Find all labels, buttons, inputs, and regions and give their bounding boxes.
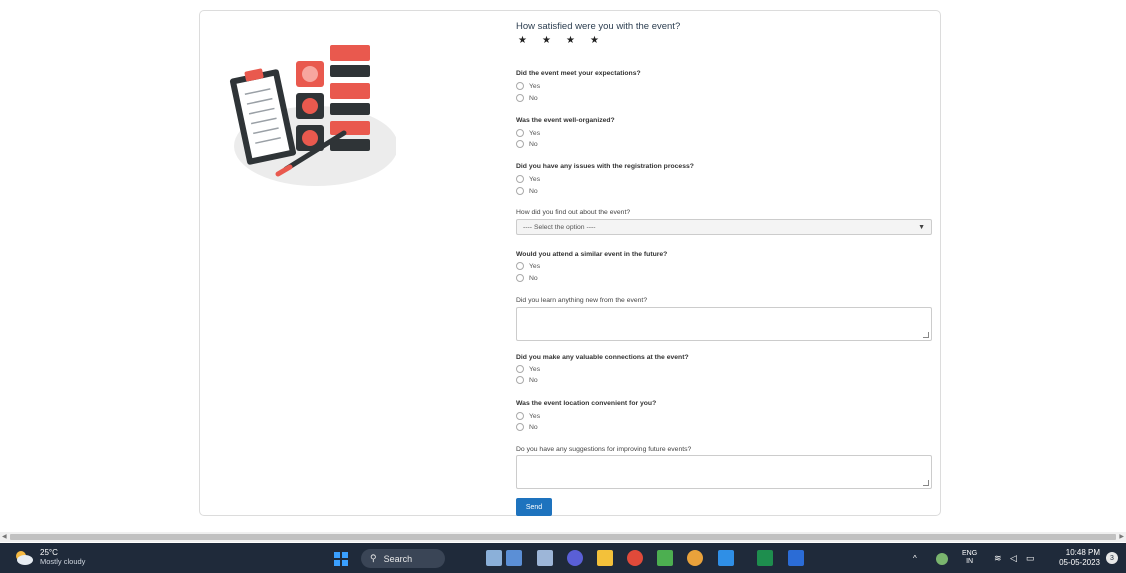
find-out-label: How did you find out about the event? [516, 209, 631, 216]
radio-button[interactable] [516, 262, 524, 270]
suggestions-label: Do you have any suggestions for improvin… [516, 446, 692, 453]
radio-button[interactable] [516, 412, 524, 420]
word-icon[interactable] [788, 550, 804, 566]
radio-button[interactable] [516, 129, 524, 137]
organized-yes-option[interactable]: Yes [516, 128, 540, 138]
option-label: Yes [529, 412, 541, 420]
star-icon[interactable]: ★ [542, 35, 566, 46]
task-view-icon[interactable] [537, 550, 553, 566]
organized-no-option[interactable]: No [516, 139, 538, 149]
star-rating: ★ ★ ★ ★ [518, 35, 614, 46]
option-label: No [529, 140, 538, 148]
search-icon: ⚲ [370, 553, 377, 563]
radio-button[interactable] [516, 423, 524, 431]
radio-button[interactable] [516, 274, 524, 282]
registration-yes-option[interactable]: Yes [516, 174, 540, 184]
teams-chat-icon[interactable] [567, 550, 583, 566]
connections-yes-option[interactable]: Yes [516, 364, 540, 374]
option-label: No [529, 376, 538, 384]
connections-no-option[interactable]: No [516, 375, 538, 385]
select-value: ---- Select the option ---- [523, 223, 596, 231]
clock-time: 10:48 PM [1065, 548, 1100, 557]
location-question: Was the event location convenient for yo… [516, 400, 657, 407]
expectations-question: Did the event meet your expectations? [516, 70, 641, 77]
option-label: Yes [529, 365, 541, 373]
location-no-option[interactable]: No [516, 422, 538, 432]
option-label: Yes [529, 129, 541, 137]
chrome-profile-icon[interactable] [687, 550, 703, 566]
battery-icon[interactable]: ▭ [1026, 543, 1035, 573]
rating-question: How satisfied were you with the event? [516, 21, 681, 32]
star-icon[interactable]: ★ [518, 35, 542, 46]
star-icon[interactable]: ★ [590, 35, 614, 46]
radio-button[interactable] [516, 140, 524, 148]
survey-illustration [229, 45, 396, 186]
search-label: Search [383, 553, 413, 564]
wifi-icon[interactable]: ≋ [994, 543, 1002, 573]
registration-no-option[interactable]: No [516, 186, 538, 196]
volume-icon[interactable]: ◁ [1010, 543, 1017, 573]
option-label: No [529, 187, 538, 195]
notification-badge[interactable]: 3 [1106, 552, 1118, 564]
cloud-sun-icon [16, 551, 33, 565]
resize-handle-icon[interactable] [923, 480, 929, 486]
clock-date: 05-05-2023 [1059, 558, 1100, 567]
radio-button[interactable] [516, 82, 524, 90]
option-label: Yes [529, 262, 541, 270]
scroll-left-icon[interactable]: ◀ [2, 533, 7, 540]
language-indicator[interactable]: ENG IN [962, 543, 977, 573]
scroll-right-icon[interactable]: ▶ [1119, 533, 1124, 540]
learn-textarea[interactable] [516, 307, 932, 341]
tray-overflow-chevron-icon[interactable]: ^ [913, 543, 917, 573]
weather-widget[interactable]: 25°C Mostly cloudy [12, 548, 85, 566]
registration-question: Did you have any issues with the registr… [516, 163, 694, 170]
excel-icon[interactable] [757, 550, 773, 566]
folder-icon[interactable] [597, 550, 613, 566]
attend-again-question: Would you attend a similar event in the … [516, 251, 668, 258]
taskbar-clock[interactable]: 10:48 PM 05-05-2023 [1059, 548, 1100, 568]
location-yes-option[interactable]: Yes [516, 411, 540, 421]
store-icon[interactable] [657, 550, 673, 566]
widgets-icon[interactable] [506, 550, 522, 566]
language-code: ENG [962, 550, 978, 557]
connections-question: Did you make any valuable connections at… [516, 354, 689, 361]
suggestions-textarea[interactable] [516, 455, 932, 489]
weather-temp: 25°C [40, 548, 58, 557]
attend-again-no-option[interactable]: No [516, 273, 538, 283]
browser-page: How satisfied were you with the event? ★… [0, 0, 1126, 532]
meet-now-icon[interactable] [936, 553, 948, 565]
send-button[interactable]: Send [516, 498, 552, 516]
vscode-icon[interactable] [718, 550, 734, 566]
radio-button[interactable] [516, 187, 524, 195]
chrome-icon[interactable] [627, 550, 643, 566]
option-label: Yes [529, 175, 541, 183]
radio-button[interactable] [516, 94, 524, 102]
scrollbar-thumb[interactable] [10, 534, 1116, 540]
option-label: No [529, 94, 538, 102]
resize-handle-icon[interactable] [923, 332, 929, 338]
survey-card: How satisfied were you with the event? ★… [199, 10, 941, 516]
file-explorer-gallery-icon[interactable] [486, 550, 502, 566]
windows-start-icon[interactable] [334, 552, 348, 566]
weather-condition: Mostly cloudy [40, 557, 86, 566]
option-label: No [529, 423, 538, 431]
radio-button[interactable] [516, 365, 524, 373]
radio-button[interactable] [516, 376, 524, 384]
option-label: Yes [529, 82, 541, 90]
option-label: No [529, 274, 538, 282]
star-icon[interactable]: ★ [566, 35, 590, 46]
learn-label: Did you learn anything new from the even… [516, 297, 648, 304]
region-code: IN [966, 558, 974, 565]
expectations-no-option[interactable]: No [516, 93, 538, 103]
chevron-down-icon: ▼ [918, 223, 925, 231]
expectations-yes-option[interactable]: Yes [516, 81, 540, 91]
radio-button[interactable] [516, 175, 524, 183]
find-out-select[interactable]: ---- Select the option ---- ▼ [516, 219, 932, 235]
horizontal-scrollbar[interactable]: ◀ ▶ [0, 532, 1126, 542]
taskbar: 25°C Mostly cloudy ⚲ Search ^ ENG IN ≋ ◁… [0, 543, 1126, 573]
organized-question: Was the event well-organized? [516, 117, 615, 124]
attend-again-yes-option[interactable]: Yes [516, 261, 540, 271]
taskbar-search[interactable]: ⚲ Search [361, 549, 445, 568]
